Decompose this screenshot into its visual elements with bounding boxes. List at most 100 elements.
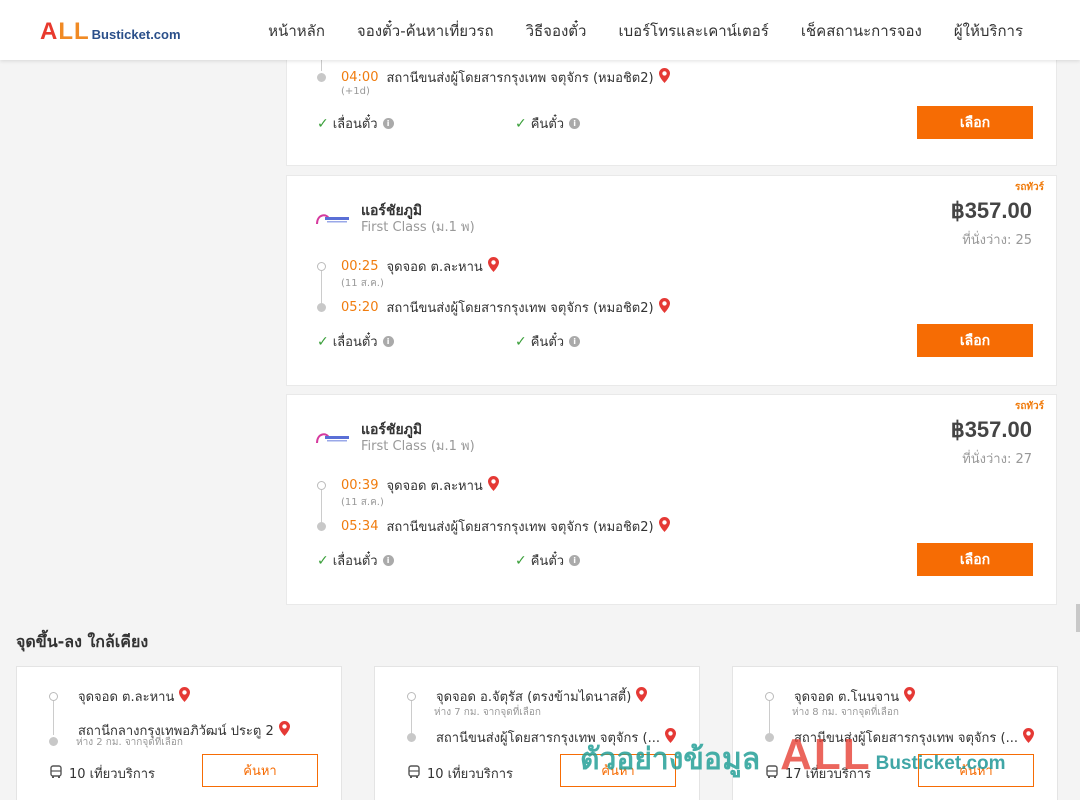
- depart-dot: [317, 481, 326, 490]
- map-pin-icon[interactable]: [904, 687, 916, 706]
- refund-option: ✓ คืนตั๋ว i: [515, 550, 581, 571]
- nearby-rides: 17 เที่ยวบริการ: [765, 763, 871, 784]
- logo-letter-a: A: [40, 18, 59, 45]
- site-logo[interactable]: ALL Busticket.com: [40, 18, 181, 46]
- arrive-dot: [317, 522, 326, 531]
- depart-place: จุดจอด ต.ละหาน: [386, 260, 483, 275]
- from-dot: [407, 692, 416, 701]
- operator-class: First Class (ม.1 พ): [361, 220, 475, 235]
- arrive-stop: 05:20 สถานีขนส่งผู้โดยสารกรุงเทพ จตุจักร…: [317, 297, 670, 318]
- check-icon: ✓: [317, 115, 329, 132]
- nearby-card: จุดจอด ต.โนนจาน ห่าง 8 กม. จากจุดที่เลือ…: [732, 666, 1058, 800]
- nearby-to-stop: สถานีขนส่งผู้โดยสารกรุงเทพ จตุจักร (...: [407, 727, 676, 748]
- to-dot: [49, 737, 58, 746]
- map-pin-icon[interactable]: [487, 476, 499, 495]
- map-pin-icon[interactable]: [664, 728, 676, 747]
- seats-available: ที่นั่งว่าง: 25: [962, 233, 1032, 248]
- arrive-time: 05:20: [341, 300, 379, 315]
- map-pin-icon[interactable]: [487, 257, 499, 276]
- nearby-rides-count: 10 เที่ยวบริการ: [427, 767, 513, 782]
- depart-time: 00:25: [341, 259, 379, 274]
- arrive-time: 04:00: [341, 70, 379, 85]
- bus-icon: [765, 764, 779, 783]
- from-dot: [49, 692, 58, 701]
- depart-time: 00:39: [341, 478, 379, 493]
- refund-label: คืนตั๋ว: [530, 554, 565, 569]
- nearby-to-distance: ห่าง 2 กม. จากจุดที่เลือก: [76, 737, 183, 748]
- arrive-day-note: (+1d): [341, 86, 370, 97]
- arrive-stop: 04:00 สถานีขนส่งผู้โดยสารกรุงเทพ จตุจักร…: [317, 67, 670, 88]
- select-button[interactable]: เลือก: [917, 106, 1033, 139]
- search-button[interactable]: ค้นหา: [918, 754, 1034, 787]
- refund-label: คืนตั๋ว: [530, 117, 565, 132]
- info-icon[interactable]: i: [382, 336, 394, 347]
- info-icon[interactable]: i: [382, 555, 394, 566]
- trip-card: รถทัวร์ แอร์ชัยภูมิ First Class (ม.1 พ) …: [286, 394, 1057, 605]
- to-dot: [765, 733, 774, 742]
- nav-how-to-book[interactable]: วิธีจองตั๋ว: [526, 19, 587, 43]
- nearby-from-distance: ห่าง 7 กม. จากจุดที่เลือก: [434, 707, 541, 718]
- nav-check-booking[interactable]: เช็คสถานะการจอง: [801, 19, 922, 43]
- map-pin-icon[interactable]: [179, 687, 191, 706]
- depart-date: (11 ส.ค.): [341, 278, 384, 289]
- from-dot: [765, 692, 774, 701]
- refund-option: ✓ คืนตั๋ว i: [515, 113, 581, 134]
- map-pin-icon[interactable]: [278, 721, 290, 740]
- nearby-from: จุดจอด ต.ละหาน: [78, 690, 175, 705]
- arrive-place: สถานีขนส่งผู้โดยสารกรุงเทพ จตุจักร (หมอช…: [386, 301, 654, 316]
- arrive-time: 05:34: [341, 519, 379, 534]
- info-icon[interactable]: i: [382, 118, 394, 129]
- operator-logo-icon: [313, 211, 351, 227]
- nearby-from-stop: จุดจอด ต.โนนจาน: [765, 686, 916, 707]
- map-pin-icon[interactable]: [636, 687, 648, 706]
- logo-rest-text: Busticket.com: [91, 27, 181, 42]
- nav-home[interactable]: หน้าหลัก: [268, 19, 325, 43]
- select-button[interactable]: เลือก: [917, 543, 1033, 576]
- nearby-from-distance: ห่าง 8 กม. จากจุดที่เลือก: [792, 707, 899, 718]
- to-dot: [407, 733, 416, 742]
- nearby-rides: 10 เที่ยวบริการ: [49, 763, 155, 784]
- nearby-to: สถานีขนส่งผู้โดยสารกรุงเทพ จตุจักร (...: [436, 731, 660, 746]
- trip-card: รถทัวร์ แอร์ชัยภูมิ First Class (ม.1 พ) …: [286, 175, 1057, 386]
- seats-available: ที่นั่งว่าง: 27: [962, 452, 1032, 467]
- nearby-rides-count: 17 เที่ยวบริการ: [785, 767, 871, 782]
- reschedule-option: ✓ เลื่อนตั๋ว i: [317, 331, 394, 352]
- select-button[interactable]: เลือก: [917, 324, 1033, 357]
- nearby-from-stop: จุดจอด อ.จัตุรัส (ตรงข้ามไดนาสตี้): [407, 686, 648, 707]
- search-button[interactable]: ค้นหา: [202, 754, 318, 787]
- main-nav: หน้าหลัก จองตั๋ว-ค้นหาเที่ยวรถ วิธีจองตั…: [268, 19, 1023, 43]
- nearby-from-stop: จุดจอด ต.ละหาน: [49, 686, 191, 707]
- nearby-from: จุดจอด อ.จัตุรัส (ตรงข้ามไดนาสตี้): [436, 690, 632, 705]
- map-pin-icon[interactable]: [658, 68, 670, 87]
- map-pin-icon[interactable]: [658, 298, 670, 317]
- nav-book-search[interactable]: จองตั๋ว-ค้นหาเที่ยวรถ: [357, 19, 494, 43]
- nav-operators[interactable]: ผู้ให้บริการ: [954, 19, 1023, 43]
- nav-contacts[interactable]: เบอร์โทรและเคาน์เตอร์: [618, 19, 768, 43]
- depart-stop: 00:39 จุดจอด ต.ละหาน: [317, 475, 499, 496]
- arrive-stop: 05:34 สถานีขนส่งผู้โดยสารกรุงเทพ จตุจักร…: [317, 516, 670, 537]
- reschedule-label: เลื่อนตั๋ว: [332, 554, 378, 569]
- depart-place: จุดจอด ต.ละหาน: [386, 479, 483, 494]
- depart-date: (11 ส.ค.): [341, 497, 384, 508]
- map-pin-icon[interactable]: [658, 517, 670, 536]
- arrive-place: สถานีขนส่งผู้โดยสารกรุงเทพ จตุจักร (หมอช…: [386, 71, 654, 86]
- check-icon: ✓: [515, 333, 527, 350]
- refund-option: ✓ คืนตั๋ว i: [515, 331, 581, 352]
- info-icon[interactable]: i: [569, 336, 581, 347]
- arrive-dot: [317, 73, 326, 82]
- arrive-place: สถานีขนส่งผู้โดยสารกรุงเทพ จตุจักร (หมอช…: [386, 520, 654, 535]
- map-pin-icon[interactable]: [1022, 728, 1034, 747]
- nearby-to-stop: สถานีขนส่งผู้โดยสารกรุงเทพ จตุจักร (...: [765, 727, 1034, 748]
- scrollbar[interactable]: [1076, 604, 1080, 632]
- bus-type-tag: รถทัวร์: [1014, 401, 1044, 412]
- search-button[interactable]: ค้นหา: [560, 754, 676, 787]
- nearby-to: สถานีขนส่งผู้โดยสารกรุงเทพ จตุจักร (...: [794, 731, 1018, 746]
- nearby-card: จุดจอด อ.จัตุรัส (ตรงข้ามไดนาสตี้) ห่าง …: [374, 666, 700, 800]
- operator-info: แอร์ชัยภูมิ First Class (ม.1 พ): [313, 202, 475, 236]
- info-icon[interactable]: i: [569, 118, 581, 129]
- nearby-from: จุดจอด ต.โนนจาน: [794, 690, 900, 705]
- operator-class: First Class (ม.1 พ): [361, 439, 475, 454]
- depart-stop: 00:25 จุดจอด ต.ละหาน: [317, 256, 499, 277]
- operator-name: แอร์ชัยภูมิ: [361, 422, 423, 438]
- info-icon[interactable]: i: [569, 555, 581, 566]
